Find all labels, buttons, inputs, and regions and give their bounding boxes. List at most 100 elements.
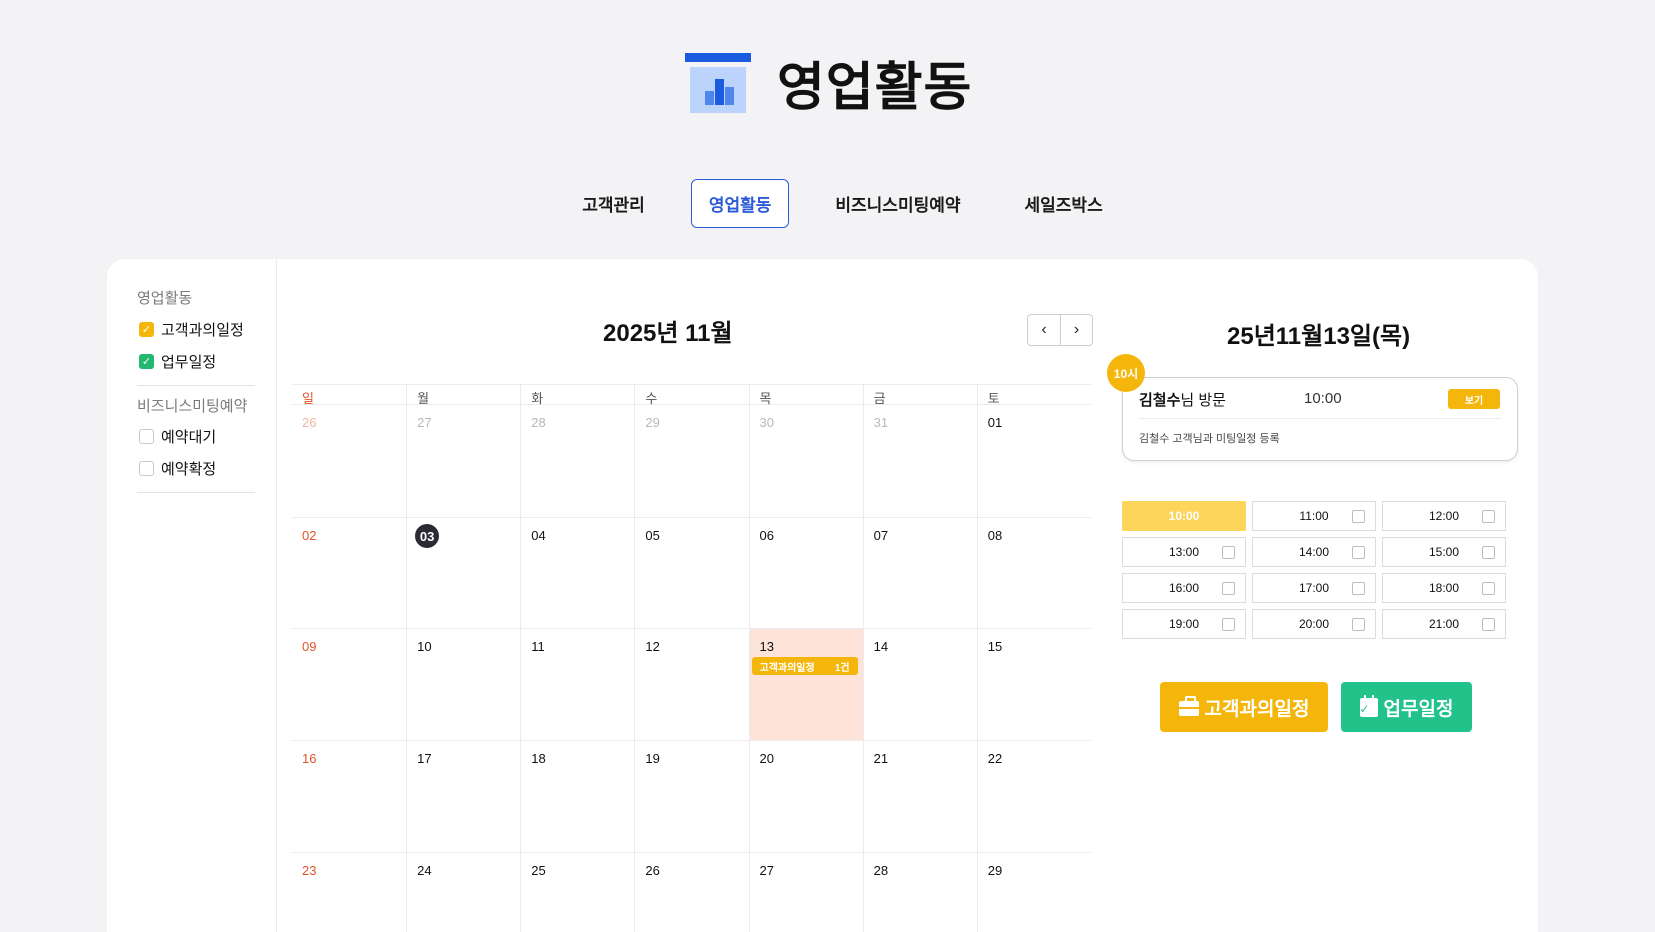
calendar-day[interactable]: 26	[292, 405, 406, 517]
time-slot[interactable]: 13:00	[1122, 537, 1246, 567]
time-slot[interactable]: 12:00	[1382, 501, 1506, 531]
calendar-day[interactable]: 29	[634, 405, 748, 517]
calendar-day[interactable]: 12	[634, 629, 748, 740]
time-slot[interactable]: 14:00	[1252, 537, 1376, 567]
calendar-day[interactable]: 16	[292, 741, 406, 852]
checkbox-icon[interactable]	[1352, 510, 1365, 523]
checkbox-icon[interactable]	[1482, 510, 1495, 523]
calendar-day[interactable]: 14	[862, 629, 977, 740]
calendar-nav: ‹ ›	[1027, 314, 1093, 346]
checkbox-checked-icon[interactable]: ✓	[139, 354, 154, 369]
calendar-day[interactable]: 08	[976, 518, 1091, 628]
filter-client-schedule[interactable]: ✓ 고객과의일정	[139, 319, 244, 340]
page-title: 영업활동	[777, 59, 973, 117]
checkbox-checked-icon[interactable]: ✓	[139, 322, 154, 337]
calendar-day[interactable]: 28	[862, 853, 977, 932]
tab-customer-management[interactable]: 고객관리	[564, 179, 663, 228]
appointment-suffix: 님 방문	[1180, 392, 1226, 409]
filter-label: 고객과의일정	[161, 322, 244, 339]
time-slot[interactable]: 21:00	[1382, 609, 1506, 639]
time-slot[interactable]: 16:00	[1122, 573, 1246, 603]
calendar-day[interactable]: 22	[976, 741, 1091, 852]
filter-label: 업무일정	[161, 354, 217, 371]
calendar-day-selected[interactable]: 13 고객과의일정 1건	[748, 629, 863, 740]
calendar-week: 26 27 28 29 30 31 01	[292, 404, 1091, 517]
calendar-day[interactable]: 23	[292, 853, 406, 932]
checkbox-icon[interactable]	[1352, 618, 1365, 631]
add-work-schedule-button[interactable]: ✓ 업무일정	[1341, 682, 1472, 732]
calendar-day[interactable]: 30	[748, 405, 863, 517]
time-slot[interactable]: 15:00	[1382, 537, 1506, 567]
filter-reservation-confirmed[interactable]: 예약확정	[139, 458, 216, 479]
calendar-day[interactable]: 02	[292, 518, 406, 628]
calendar-day[interactable]: 17	[406, 741, 520, 852]
checkbox-icon[interactable]	[1482, 546, 1495, 559]
checkbox-icon[interactable]	[1222, 546, 1235, 559]
event-pill[interactable]: 고객과의일정 1건	[751, 657, 858, 675]
next-month-button[interactable]: ›	[1060, 315, 1092, 345]
calendar-day-today[interactable]: 03	[406, 518, 520, 628]
calendar-day[interactable]: 25	[520, 853, 634, 932]
time-slot[interactable]: 10:00	[1122, 501, 1246, 531]
calendar-day[interactable]: 27	[406, 405, 520, 517]
calendar-day[interactable]: 05	[634, 518, 748, 628]
calendar-day[interactable]: 09	[292, 629, 406, 740]
checkbox-icon[interactable]	[1352, 546, 1365, 559]
tab-sales-box[interactable]: 세일즈박스	[1007, 179, 1121, 228]
slot-time: 21:00	[1428, 617, 1460, 631]
calendar-day[interactable]: 07	[862, 518, 977, 628]
checkbox-empty-icon[interactable]	[139, 429, 154, 444]
calendar-day[interactable]: 06	[748, 518, 863, 628]
appointment-card[interactable]: 김철수님 방문 10:00 보기 김철수 고객님과 미팅일정 등록	[1122, 377, 1518, 461]
slot-time: 19:00	[1168, 617, 1200, 631]
tab-business-meeting[interactable]: 비즈니스미팅예약	[817, 179, 978, 228]
time-slot[interactable]: 20:00	[1252, 609, 1376, 639]
checkbox-icon[interactable]	[1352, 582, 1365, 595]
calendar-day[interactable]: 01	[976, 405, 1091, 517]
time-slot[interactable]: 18:00	[1382, 573, 1506, 603]
calendar-day[interactable]: 11	[520, 629, 634, 740]
filter-work-schedule[interactable]: ✓ 업무일정	[139, 351, 216, 372]
add-client-schedule-button[interactable]: 고객과의일정	[1160, 682, 1328, 732]
time-slot[interactable]: 11:00	[1252, 501, 1376, 531]
appointment-time: 10:00	[1304, 390, 1342, 407]
checkbox-empty-icon[interactable]	[139, 461, 154, 476]
calendar-day[interactable]: 29	[976, 853, 1091, 932]
checkbox-icon[interactable]	[1482, 618, 1495, 631]
slot-time: 18:00	[1428, 581, 1460, 595]
calendar-day[interactable]: 04	[520, 518, 634, 628]
chevron-left-icon: ‹	[1041, 321, 1047, 338]
brand: 영업활동	[685, 45, 972, 120]
time-slot[interactable]: 17:00	[1252, 573, 1376, 603]
chevron-right-icon: ›	[1073, 321, 1080, 338]
main-nav: 고객관리 영업활동 비즈니스미팅예약 세일즈박스	[0, 179, 1655, 228]
filter-reservation-pending[interactable]: 예약대기	[139, 426, 216, 447]
calendar-day[interactable]: 20	[748, 741, 863, 852]
checkbox-icon[interactable]	[1482, 582, 1495, 595]
today-badge: 03	[415, 524, 440, 548]
calendar-day[interactable]: 27	[748, 853, 863, 932]
time-slot-grid: 10:00 11:00 12:00 13:00 14:00 15:00 16:0…	[1122, 501, 1514, 639]
slot-time: 16:00	[1168, 581, 1200, 595]
briefcase-icon	[1178, 696, 1199, 716]
calendar-day[interactable]: 10	[406, 629, 520, 740]
time-slot[interactable]: 19:00	[1122, 609, 1246, 639]
calendar-day[interactable]: 18	[520, 741, 634, 852]
calendar-day[interactable]: 19	[634, 741, 748, 852]
filter-label: 예약확정	[161, 461, 217, 478]
calendar-day[interactable]: 28	[520, 405, 634, 517]
filter-label: 예약대기	[161, 429, 217, 446]
calendar-day[interactable]: 24	[406, 853, 520, 932]
calendar-day[interactable]: 21	[862, 741, 977, 852]
appointment-title: 김철수님 방문	[1139, 389, 1226, 410]
checkbox-icon[interactable]	[1222, 618, 1235, 631]
calendar-check-icon: ✓	[1359, 694, 1378, 717]
calendar-day[interactable]: 15	[976, 629, 1091, 740]
divider	[1139, 418, 1501, 419]
checkbox-icon[interactable]	[1222, 582, 1235, 595]
prev-month-button[interactable]: ‹	[1028, 315, 1060, 345]
tab-sales-activity[interactable]: 영업활동	[690, 179, 790, 228]
view-button[interactable]: 보기	[1448, 389, 1500, 409]
calendar-day[interactable]: 26	[634, 853, 748, 932]
calendar-day[interactable]: 31	[862, 405, 977, 517]
